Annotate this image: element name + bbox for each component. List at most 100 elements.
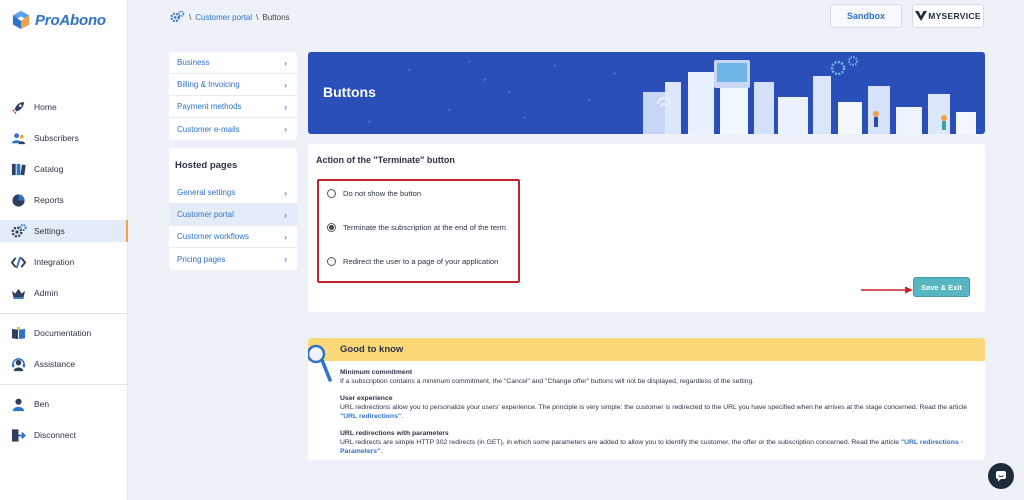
chevron-right-icon: › [284,124,287,134]
sidebar-item-catalog[interactable]: Catalog [0,158,128,180]
sidebar-divider [0,313,128,314]
terminate-action-card: Action of the "Terminate" button Do not … [308,144,985,312]
radio-label: Terminate the subscription at the end of… [343,223,506,232]
good-to-know-body: Minimum commitment If a subscription con… [340,368,970,460]
breadcrumb: \ Customer portal \ Buttons [170,10,290,25]
sidebar-item-integration[interactable]: Integration [0,251,128,273]
save-exit-button[interactable]: Save & Exit [913,277,970,297]
chevron-right-icon: › [284,231,287,242]
proabono-logo-icon [12,11,30,29]
menu-item-label: Customer portal [177,210,234,219]
sidebar-item-label: Reports [34,195,64,205]
good-to-know-title: Good to know [308,338,985,361]
radio-terminate-end-of-term[interactable]: Terminate the subscription at the end of… [327,223,506,232]
sidebar-item-label: Settings [34,226,65,236]
gtk-section-heading: User experience [340,395,393,402]
menu-item-pricing-pages[interactable]: Pricing pages › [169,248,297,270]
book-icon [10,325,27,342]
chevron-right-icon: › [284,57,287,68]
logo[interactable]: ProAbono [12,10,106,30]
breadcrumb-current: Buttons [262,13,290,22]
good-to-know-card: Good to know Minimum commitment If a sub… [308,338,985,460]
radio-button[interactable] [327,189,336,198]
arrow-right-icon [861,286,913,294]
chevron-right-icon: › [284,209,287,220]
gear-icon [10,223,27,240]
page-title: Buttons [323,84,376,100]
subscribers-icon [10,130,27,147]
logout-icon [10,427,27,444]
sidebar-item-label: Documentation [34,328,92,338]
sidebar-item-label: Admin [34,288,59,298]
menu-item-customer-workflows[interactable]: Customer workflows › [169,226,297,248]
gtk-text-part: URL redirects are simple HTTP 302 redire… [340,439,901,446]
radio-label: Do not show the button [343,189,422,198]
crown-icon [10,285,27,302]
radio-redirect-user[interactable]: Redirect the user to a page of your appl… [327,257,498,266]
menu-item-label: Payment methods [177,102,242,111]
gtk-text-part: URL redirections allow you to personaliz… [340,404,968,411]
breadcrumb-separator: \ [256,13,259,22]
breadcrumb-customer-portal-link[interactable]: Customer portal [195,13,252,22]
menu-item-customer-emails[interactable]: Customer e-mails › [169,118,297,140]
sidebar-item-label: Catalog [34,164,64,174]
code-icon [10,254,27,271]
menu-item-business[interactable]: Business › [169,52,297,74]
headset-icon [10,356,27,373]
sidebar-item-admin[interactable]: Admin [0,282,128,304]
radio-button[interactable] [327,223,336,232]
menu-item-payment-methods[interactable]: Payment methods › [169,96,297,118]
sandbox-button[interactable]: Sandbox [830,4,902,28]
sidebar-item-label: Assistance [34,359,76,369]
sidebar-item-documentation[interactable]: Documentation [0,322,128,344]
menu-item-label: Customer e-mails [177,124,240,134]
chevron-right-icon: › [284,187,287,198]
gtk-section-text: URL redirections allow you to personaliz… [340,403,970,421]
sidebar-item-disconnect[interactable]: Disconnect [0,424,128,446]
chat-icon [996,471,1006,482]
menu-item-billing[interactable]: Billing & Invoicing › [169,74,297,96]
myservice-brand[interactable]: MYSERVICE [912,4,984,28]
gtk-section-text: If a subscription contains a minimum com… [340,378,755,385]
page-banner: Buttons [308,52,985,134]
radio-button[interactable] [327,257,336,266]
menu-item-label: Customer workflows [177,232,250,241]
sidebar: ProAbono Home Subscribers Catalog Report… [0,0,128,500]
myservice-logo-icon [915,11,928,21]
gtk-section-heading: URL redirections with parameters [340,430,449,437]
gtk-section-user-experience: User experience URL redirections allow y… [340,394,970,421]
app-name: ProAbono [35,11,106,29]
magnifier-icon [308,344,332,382]
menu-item-label: Pricing pages [177,254,226,264]
catalog-icon [10,161,27,178]
settings-menu: Business › Billing & Invoicing › Payment m… [169,52,297,140]
user-icon [10,396,27,413]
sidebar-item-user[interactable]: Ben [0,393,128,415]
sidebar-item-reports[interactable]: Reports [0,189,128,211]
menu-item-customer-portal[interactable]: Customer portal › [169,204,297,226]
gtk-text-part: . [401,413,403,420]
sidebar-item-assistance[interactable]: Assistance [0,353,128,375]
sidebar-item-label: Integration [34,257,75,267]
sidebar-item-label: Disconnect [34,430,77,440]
chat-button[interactable] [988,463,1014,489]
sidebar-item-settings[interactable]: Settings [0,220,128,242]
url-redirections-link[interactable]: "URL redirections" [340,413,401,420]
sidebar-item-subscribers[interactable]: Subscribers [0,127,128,149]
gtk-section-heading: Minimum commitment [340,369,413,376]
sidebar-item-home[interactable]: Home [0,96,128,118]
menu-item-label: General settings [177,188,236,197]
sidebar-divider [0,384,128,385]
radio-label: Redirect the user to a page of your appl… [343,257,499,266]
terminate-action-title: Action of the "Terminate" button [316,155,455,165]
gear-icon [170,10,185,25]
chevron-right-icon: › [284,79,287,90]
rocket-icon [10,99,27,116]
radio-do-not-show[interactable]: Do not show the button [327,189,421,198]
terminate-options-highlight: Do not show the button Terminate the sub… [317,179,520,283]
menu-item-label: Business [177,58,210,67]
breadcrumb-separator: \ [189,13,192,22]
menu-item-general-settings[interactable]: General settings › [169,182,297,204]
hosted-pages-heading: Hosted pages [175,159,238,171]
gtk-text-part: . [380,448,383,455]
